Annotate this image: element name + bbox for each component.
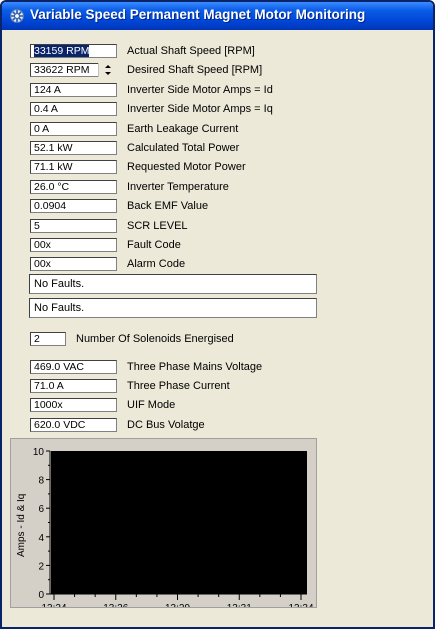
fault-message-box[interactable]: No Faults.: [29, 274, 317, 294]
back-emf-label: Back EMF Value: [127, 200, 209, 212]
mains-voltage-label: Three Phase Mains Voltage: [127, 361, 263, 373]
dc-bus-voltage-field[interactable]: 620.0 VDC: [30, 418, 117, 432]
earth-leakage-label: Earth Leakage Current: [127, 123, 239, 135]
actual-shaft-speed-label: Actual Shaft Speed [RPM]: [127, 45, 255, 57]
desired-speed-spinner[interactable]: [98, 63, 116, 77]
scr-level-label: SCR LEVEL: [127, 220, 188, 232]
chart-y-tick-label: 4: [38, 533, 44, 544]
title-bar[interactable]: Variable Speed Permanent Magnet Motor Mo…: [2, 2, 433, 30]
earth-leakage-field[interactable]: 0 A: [30, 122, 117, 136]
desired-shaft-speed-label: Desired Shaft Speed [RPM]: [127, 64, 263, 76]
solenoids-label: Number Of Solenoids Energised: [76, 333, 234, 345]
three-phase-current-field[interactable]: 71.0 A: [30, 379, 117, 393]
spinner-up-arrow-icon[interactable]: [99, 63, 116, 70]
chart-y-tick-label: 10: [33, 447, 45, 458]
requested-power-label: Requested Motor Power: [127, 161, 246, 173]
scr-level-field[interactable]: 5: [30, 219, 117, 233]
inverter-temperature-label: Inverter Temperature: [127, 181, 229, 193]
amps-chart: 0 2 4 6 8 10 13:24 13:26 13:29 13:31 13:34: [33, 447, 314, 607]
fault-code-label: Fault Code: [127, 239, 181, 251]
desired-shaft-speed-field[interactable]: 33622 RPM: [30, 63, 99, 77]
main-window: Variable Speed Permanent Magnet Motor Mo…: [0, 0, 435, 629]
chart-x-tick-label: 13:26: [103, 603, 128, 607]
uif-mode-field[interactable]: 1000x: [30, 398, 117, 412]
total-power-label: Calculated Total Power: [127, 142, 240, 154]
motor-amps-iq-field[interactable]: 0.4 A: [30, 102, 117, 116]
window-title: Variable Speed Permanent Magnet Motor Mo…: [30, 7, 366, 22]
three-phase-current-label: Three Phase Current: [127, 380, 230, 392]
solenoids-field[interactable]: 2: [30, 332, 66, 346]
app-gear-icon: [10, 9, 24, 23]
chart-y-tick-label: 2: [38, 561, 44, 572]
chart-y-tick-label: 6: [38, 504, 44, 515]
actual-shaft-speed-field[interactable]: 33159 RPM: [30, 44, 117, 58]
back-emf-field[interactable]: 0.0904: [30, 199, 117, 213]
total-power-field[interactable]: 52.1 kW: [30, 141, 117, 155]
fault-code-field[interactable]: 00x: [30, 238, 117, 252]
alarm-code-label: Alarm Code: [127, 258, 186, 270]
motor-amps-iq-label: Inverter Side Motor Amps = Iq: [127, 103, 273, 115]
alarm-code-field[interactable]: 00x: [30, 257, 117, 271]
inverter-temperature-field[interactable]: 26.0 °C: [30, 180, 117, 194]
uif-mode-label: UIF Mode: [127, 399, 176, 411]
chart-x-tick-label: 13:31: [227, 603, 252, 607]
chart-x-tick-label: 13:24: [41, 603, 66, 607]
spinner-down-arrow-icon[interactable]: [99, 70, 116, 77]
alarm-message-box[interactable]: No Faults.: [29, 298, 317, 318]
motor-amps-id-field[interactable]: 124 A: [30, 83, 117, 97]
chart-y-tick-label: 0: [38, 590, 44, 601]
amps-chart-panel: Amps - Id & Iq 024681013:2413:2613:2913:…: [10, 438, 317, 608]
chart-plot-area: [51, 451, 307, 594]
mains-voltage-field[interactable]: 469.0 VAC: [30, 360, 117, 374]
chart-x-tick-label: 13:34: [288, 603, 313, 607]
chart-y-tick-label: 8: [38, 476, 44, 487]
chart-x-tick-label: 13:29: [165, 603, 190, 607]
dc-bus-voltage-label: DC Bus Volatge: [127, 419, 205, 431]
motor-amps-id-label: Inverter Side Motor Amps = Id: [127, 84, 273, 96]
requested-power-field[interactable]: 71.1 kW: [30, 160, 117, 174]
